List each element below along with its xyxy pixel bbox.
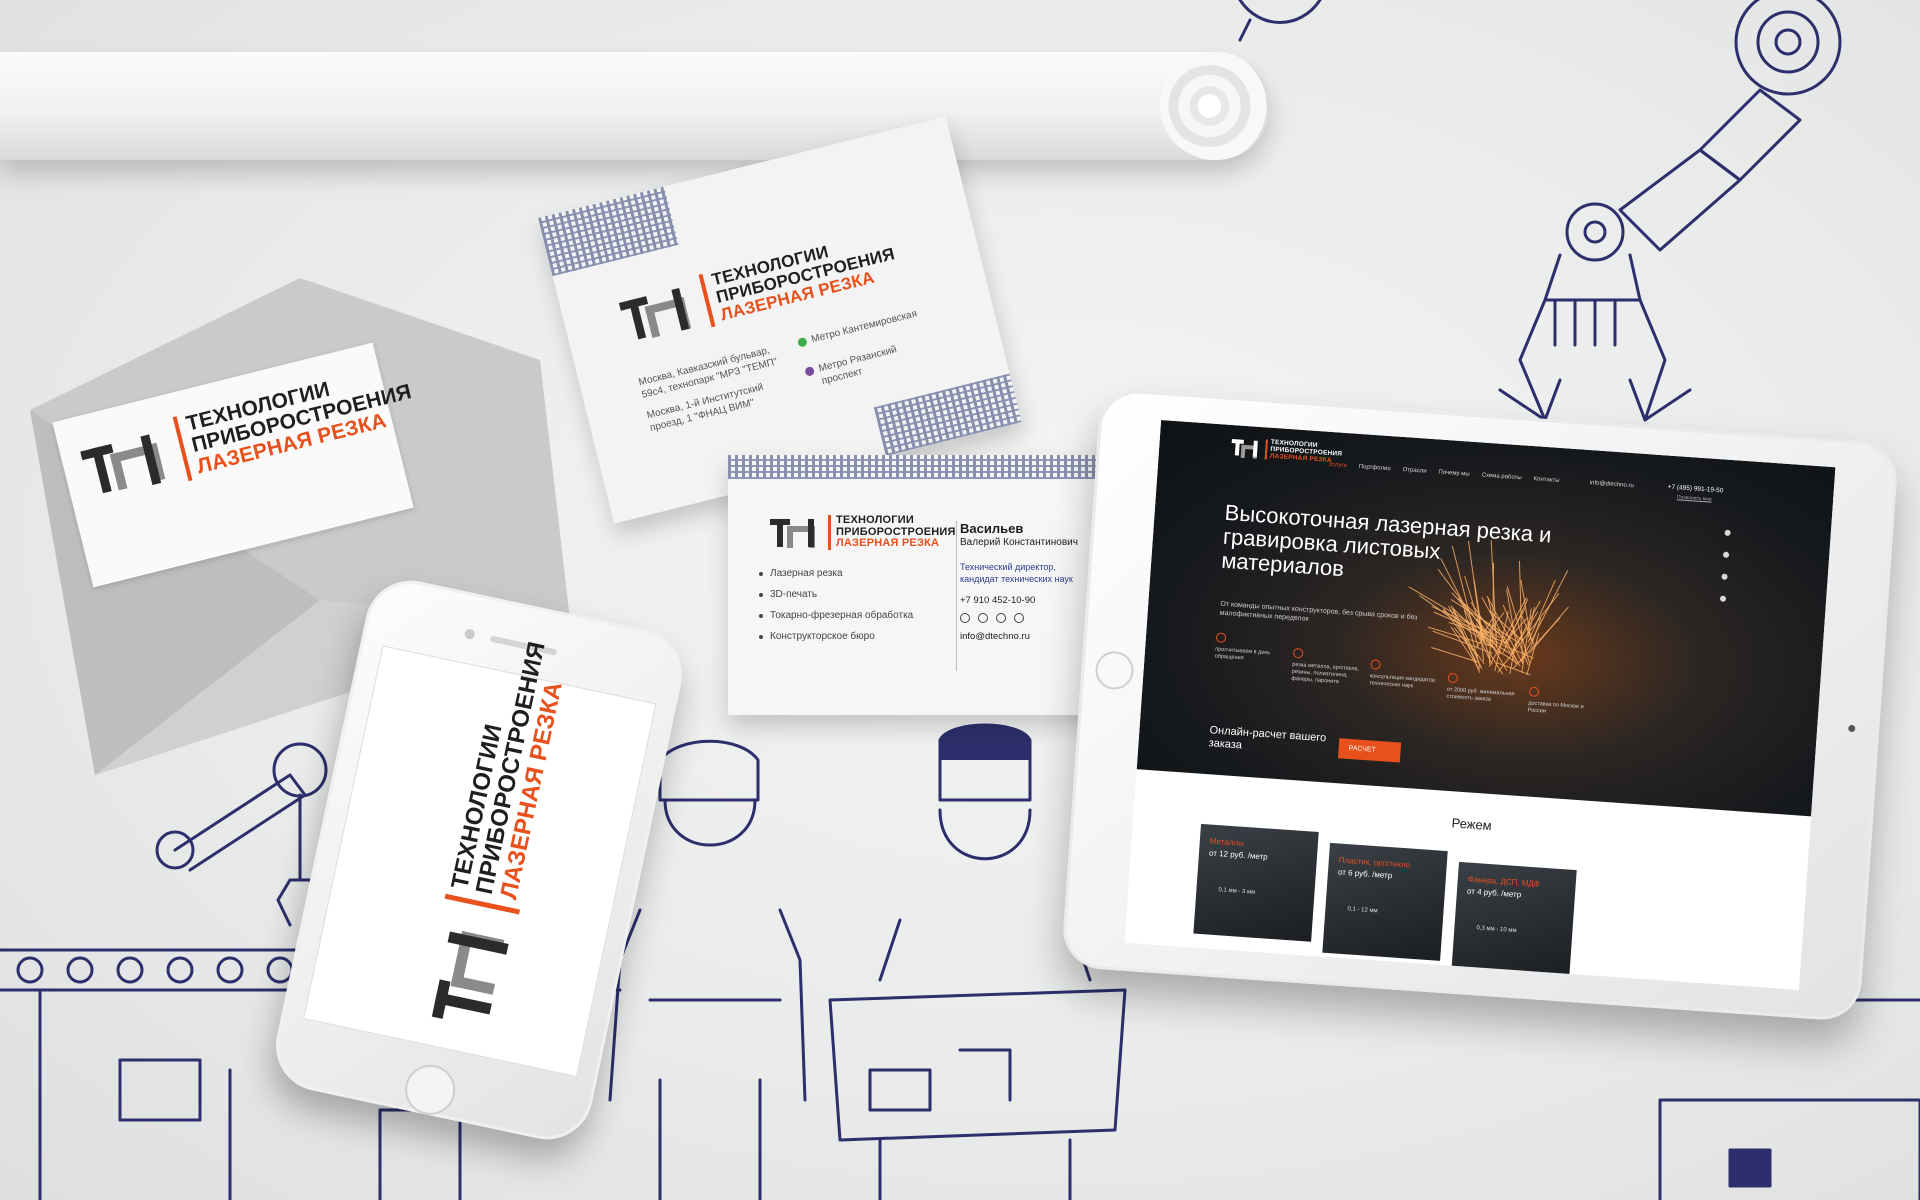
material-tile[interactable]: Пластик, оргстекло от 6 руб. /метр 0,1 -… (1322, 842, 1448, 961)
tile-price: от 4 руб. /метр (1466, 886, 1522, 900)
contact-name: Валерий Константинович (960, 537, 1078, 548)
tile-price: от 12 руб. /метр (1208, 848, 1268, 862)
contact-email: info@dtechno.ru (960, 631, 1030, 642)
messenger-icons (960, 613, 1024, 623)
contact-surname: Васильев (960, 521, 1024, 536)
whatsapp-icon (960, 613, 970, 623)
business-card-back: ТЕХНОЛОГИИ ПРИБОРОСТРОЕНИЯ ЛАЗЕРНАЯ РЕЗК… (728, 455, 1128, 715)
metro-2: Метро Рязанский проспект (817, 344, 898, 387)
metro-green-icon (796, 336, 808, 348)
tp-logo-icon (617, 279, 701, 345)
hero-section: ТЕХНОЛОГИИ ПРИБОРОСТРОЕНИЯ ЛАЗЕРНАЯ РЕЗК… (1136, 420, 1836, 817)
worker-helmet-icon (658, 739, 760, 802)
card-back-logo: ТЕХНОЛОГИИ ПРИБОРОСТРОЕНИЯ ЛАЗЕРНАЯ РЕЗК… (770, 514, 956, 550)
vk-icon[interactable] (1719, 595, 1727, 602)
scene: ТЕХНОЛОГИИ ПРИБОРОСТРОЕНИЯ ЛАЗЕРНАЯ РЕЗК… (0, 0, 1920, 1200)
services-list: Лазерная резка 3D-печать Токарно-фрезерн… (758, 563, 913, 647)
feature-item: доставка по Москве и России (1527, 700, 1598, 719)
divider (956, 521, 957, 671)
tp-logo-icon (78, 423, 178, 503)
telegram-icon[interactable] (1721, 573, 1728, 580)
material-tile[interactable]: Металлы от 12 руб. /метр 0,1 мм - 3 мм (1193, 823, 1319, 942)
site-logo[interactable]: ТЕХНОЛОГИИ ПРИБОРОСТРОЕНИЯ ЛАЗЕРНАЯ РЕЗК… (1231, 437, 1343, 465)
website-screen: ТЕХНОЛОГИИ ПРИБОРОСТРОЕНИЯ ЛАЗЕРНАЯ РЕЗК… (1124, 420, 1836, 990)
header-email[interactable]: info@dtechno.ru (1590, 480, 1634, 489)
contact-title: Технический директор, кандидат техническ… (960, 562, 1073, 584)
feature-item: консультация кандидатов технических наук (1369, 673, 1440, 692)
nav-item-why-us[interactable]: Почему мы (1438, 470, 1470, 478)
tile-range: 0,1 мм - 3 мм (1218, 887, 1256, 896)
skype-icon (996, 613, 1006, 623)
tile-range: 0,3 мм - 10 мм (1476, 925, 1517, 935)
nav-item-industries[interactable]: Отрасли (1402, 467, 1426, 475)
metro-purple-icon (804, 365, 816, 377)
nav-item-services[interactable]: Услуги (1328, 462, 1347, 469)
feature-item: от 2000 руб. минимальная стоимость заказ… (1446, 687, 1517, 706)
contact-phone: +7 910 452-10-90 (960, 595, 1036, 606)
logo-line-3: ЛАЗЕРНАЯ РЕЗКА (836, 537, 940, 550)
tablet: ТЕХНОЛОГИИ ПРИБОРОСТРОЕНИЯ ЛАЗЕРНАЯ РЕЗК… (1060, 387, 1900, 1023)
calc-text: Онлайн-расчет вашего заказа (1208, 724, 1327, 752)
list-item: 3D-печать (758, 584, 913, 605)
phone-icon (1014, 613, 1024, 623)
tp-logo-icon (770, 515, 822, 549)
list-item: Лазерная резка (758, 563, 913, 584)
tile-price: от 6 руб. /метр (1337, 867, 1393, 881)
hero-title: Высокоточная лазерная резка и гравировка… (1220, 499, 1553, 582)
phone-logo: ТЕХНОЛОГИИ ПРИБОРОСТРОЕНИЯ ЛАЗЕРНАЯ РЕЗК… (420, 634, 575, 1030)
material-tile[interactable]: Фанера, ДСП, МДФ от 4 руб. /метр 0,3 мм … (1451, 861, 1577, 980)
feature-item: просчитываем в день обращения (1214, 646, 1285, 665)
callback-link[interactable]: Позвонить мне (1677, 494, 1712, 502)
rolled-blueprint (0, 52, 1270, 160)
instagram-icon[interactable] (1724, 529, 1731, 537)
tp-logo-icon (1231, 437, 1262, 460)
hero-subtitle: От команды опытных конструкторов, без ср… (1219, 600, 1418, 623)
logo-line-1: ТЕХНОЛОГИИ (836, 514, 914, 526)
tp-logo-icon (422, 913, 514, 1030)
list-item: Конструкторское бюро (758, 626, 913, 647)
tile-name: Металлы (1209, 836, 1245, 848)
feature-item: резка металла, оргстекла, резины, полиэт… (1291, 662, 1362, 688)
nav-item-contacts[interactable]: Контакты (1533, 476, 1559, 484)
facebook-icon[interactable] (1722, 551, 1730, 559)
card-pattern (728, 455, 1128, 479)
nav-item-workflow[interactable]: Схема работы (1481, 473, 1521, 482)
calc-button[interactable]: РАСЧЕТ (1337, 738, 1402, 763)
tile-range: 0,1 - 12 мм (1347, 906, 1378, 915)
rolled-blueprint-end (1160, 52, 1270, 160)
list-item: Токарно-фрезерная обработка (758, 605, 913, 626)
header-phone[interactable]: +7 (495) 991-19-50 (1667, 484, 1723, 495)
nav-item-portfolio[interactable]: Портфолио (1359, 464, 1391, 472)
site-navigation: Услуги Портфолио Отрасли Почему мы Схема… (1328, 462, 1560, 484)
telegram-icon (978, 613, 988, 623)
robot-arm-joint-icon (1734, 0, 1842, 96)
